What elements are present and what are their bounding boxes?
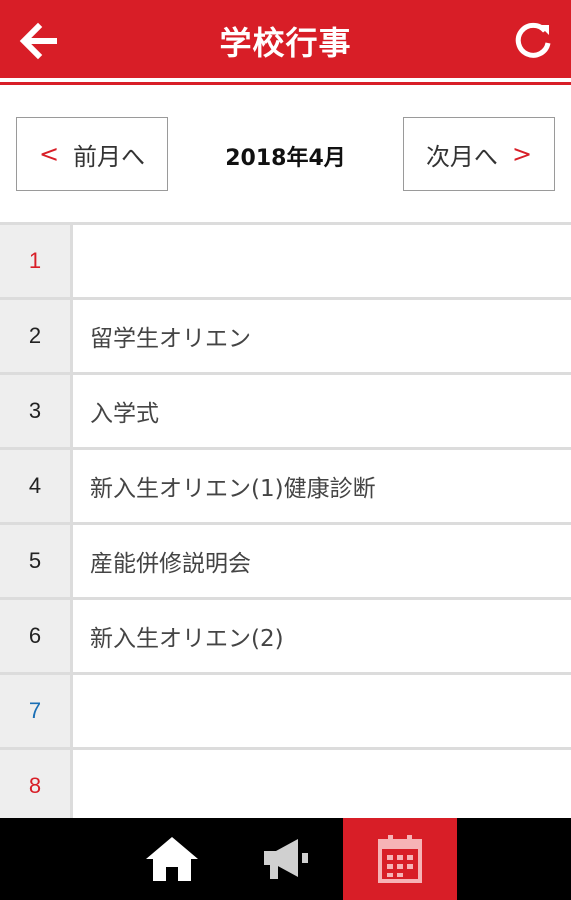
day-row[interactable]: 8 — [0, 750, 571, 825]
day-row[interactable]: 1 — [0, 225, 571, 300]
day-row[interactable]: 4 新入生オリエン(1)健康診断 — [0, 450, 571, 525]
day-number: 7 — [0, 675, 73, 747]
day-number: 6 — [0, 600, 73, 672]
current-month: 2018年4月 — [225, 146, 346, 171]
month-navigation: < 前月へ 2018年4月 次月へ > — [0, 86, 571, 222]
day-row[interactable]: 6 新入生オリエン(2) — [0, 600, 571, 675]
day-row[interactable]: 5 産能併修説明会 — [0, 525, 571, 600]
day-number: 5 — [0, 525, 73, 597]
event-title: 留学生オリエン — [90, 326, 251, 352]
event-title: 産能併修説明会 — [90, 551, 251, 577]
app-header: 学校行事 — [0, 0, 571, 78]
next-month-label: 次月へ — [425, 142, 498, 171]
home-icon — [146, 837, 198, 881]
next-month-button[interactable]: 次月へ > — [403, 117, 555, 191]
event-title: 入学式 — [90, 401, 159, 427]
day-number: 4 — [0, 450, 73, 522]
day-number: 8 — [0, 750, 73, 822]
event-title: 新入生オリエン(2) — [90, 626, 284, 652]
calendar-icon — [378, 835, 422, 883]
prev-month-label: 前月へ — [73, 142, 146, 171]
day-number: 1 — [0, 225, 73, 297]
day-row[interactable]: 3 入学式 — [0, 375, 571, 450]
day-row[interactable]: 7 — [0, 675, 571, 750]
day-number: 2 — [0, 300, 73, 372]
day-row[interactable]: 2 留学生オリエン — [0, 300, 571, 375]
refresh-icon — [515, 22, 551, 58]
header-accent-line — [0, 82, 571, 85]
prev-month-button[interactable]: < 前月へ — [16, 117, 168, 191]
megaphone-icon — [264, 839, 308, 879]
event-list: 1 2 留学生オリエン 3 入学式 4 新入生オリエン(1)健康診断 5 産能併修説明会 6 新入生… — [0, 222, 571, 825]
day-number: 3 — [0, 375, 73, 447]
event-title: 新入生オリエン(1)健康診断 — [90, 476, 376, 502]
tab-calendar[interactable] — [343, 818, 457, 900]
refresh-button[interactable] — [509, 17, 557, 65]
page-title: 学校行事 — [219, 24, 352, 62]
bottom-navigation — [0, 818, 571, 900]
tab-home[interactable] — [115, 818, 229, 900]
chevron-right-icon: > — [511, 140, 533, 168]
tab-announcements[interactable] — [229, 818, 343, 900]
chevron-left-icon: < — [38, 140, 60, 168]
